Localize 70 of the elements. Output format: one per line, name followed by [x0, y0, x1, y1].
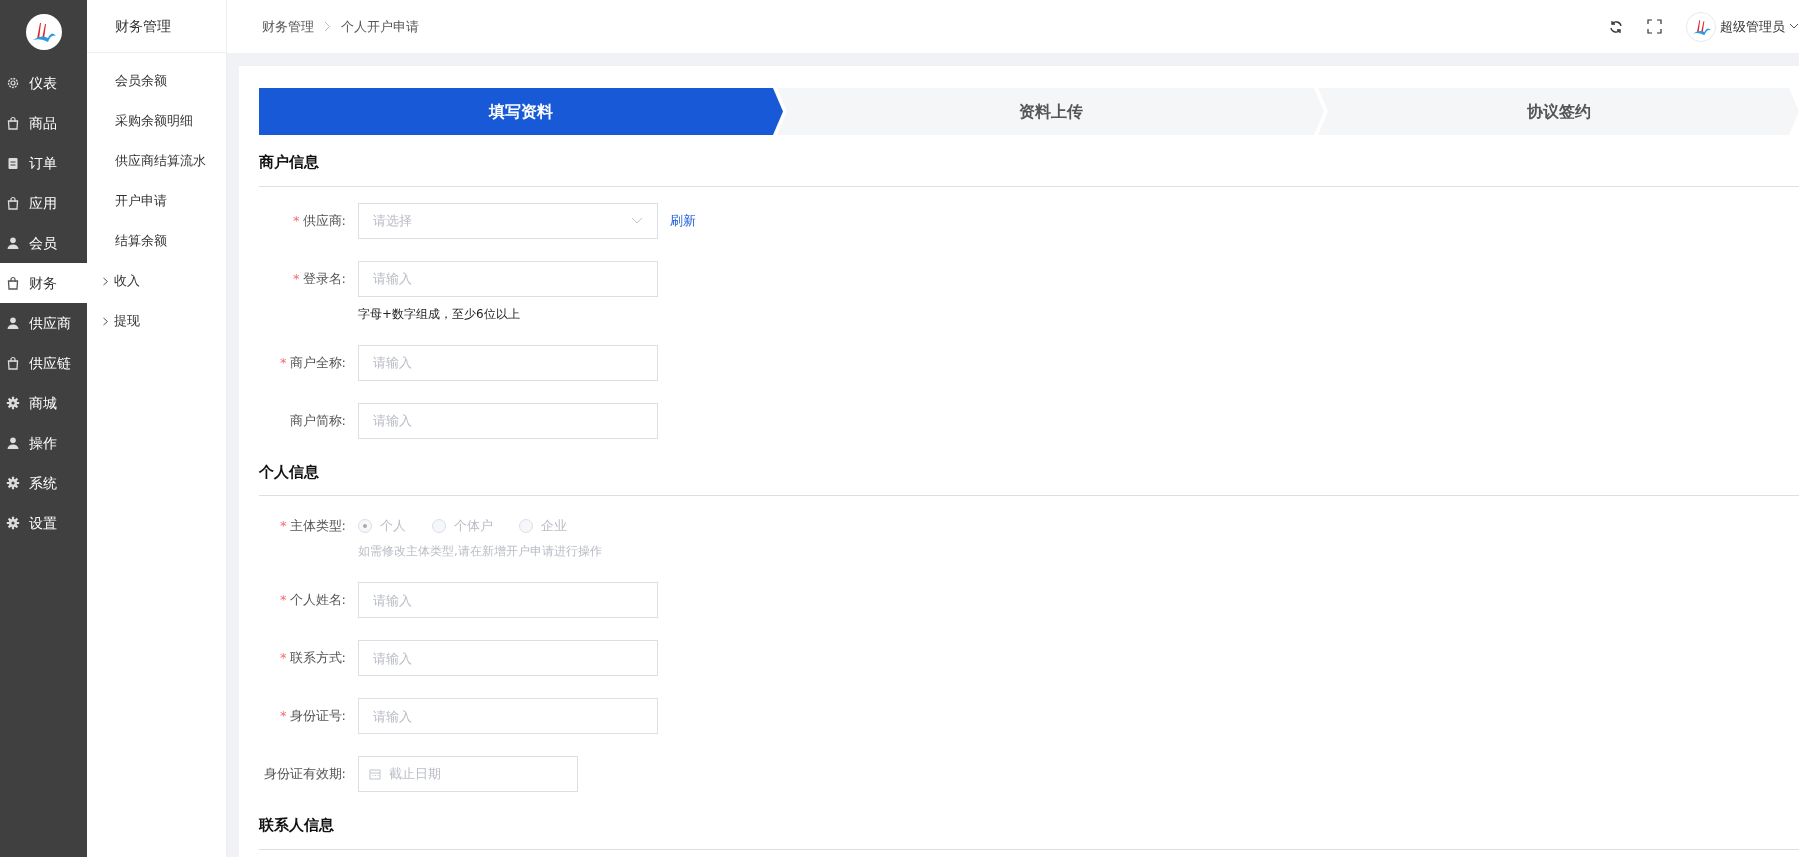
input-field[interactable]: 请输入: [358, 260, 658, 297]
submenu-item[interactable]: 收入: [87, 261, 226, 301]
refresh-icon[interactable]: [1609, 19, 1623, 34]
nav-item[interactable]: 财务: [0, 263, 87, 303]
refresh-link[interactable]: 刷新: [670, 202, 696, 239]
radio-option: 企业: [519, 516, 567, 536]
input-field[interactable]: 请输入: [358, 582, 658, 618]
section-title: 联系人信息: [259, 816, 334, 834]
field-label: * 主体类型:: [279, 517, 347, 535]
submenu-item[interactable]: 会员余额: [87, 61, 226, 101]
person-icon: [6, 436, 20, 450]
chevron-icon: [631, 217, 643, 224]
caret-icon[interactable]: [1789, 23, 1799, 30]
field-label: * 身份证号:: [279, 707, 347, 725]
nav-item[interactable]: 商城: [0, 383, 87, 423]
hint-text: 字母+数字组成，至少6位以上: [358, 305, 521, 323]
gear-icon: [6, 476, 20, 490]
calendar-icon: [369, 768, 381, 780]
input-field[interactable]: 请输入: [358, 698, 658, 734]
gear-icon: [6, 396, 20, 410]
fullscreen-icon[interactable]: [1647, 19, 1662, 34]
nav-item[interactable]: 设置: [0, 503, 87, 543]
gauge-icon: [6, 76, 20, 90]
nav-item[interactable]: 商品: [0, 103, 87, 143]
person-icon: [6, 236, 20, 250]
breadcrumb-item[interactable]: 财务管理: [262, 16, 314, 37]
nav-item[interactable]: 系统: [0, 463, 87, 503]
field-label: * 供应商:: [292, 211, 347, 230]
nav-item[interactable]: 操作: [0, 423, 87, 463]
field-label: * 联系方式:: [279, 649, 347, 667]
field-label: * 商户全称:: [279, 353, 347, 372]
user-name[interactable]: 超级管理员: [1720, 16, 1785, 37]
submenu-item[interactable]: 开户申请: [87, 181, 226, 221]
input-field[interactable]: 请输入: [358, 344, 658, 381]
breadcrumb-item: 个人开户申请: [341, 17, 419, 36]
submenu-item[interactable]: 采购余额明细: [87, 101, 226, 141]
hint-text: 如需修改主体类型,请在新增开户申请进行操作: [358, 543, 602, 560]
input-field[interactable]: 请输入: [358, 640, 658, 676]
avatar-icon[interactable]: [1686, 11, 1716, 42]
field-label: * 登录名:: [292, 269, 347, 288]
section-title: 商户信息: [259, 153, 319, 171]
logo-icon: [25, 13, 62, 50]
clipboard-icon: [6, 156, 20, 170]
bag-icon: [6, 116, 20, 130]
gear-icon: [6, 516, 20, 530]
submenu-item[interactable]: 供应商结算流水: [87, 141, 226, 181]
step-tab[interactable]: 资料上传: [777, 88, 1324, 135]
field-label: * 个人姓名:: [279, 591, 347, 609]
submenu-title: 财务管理: [87, 0, 226, 53]
step-tab[interactable]: 填写资料: [259, 88, 783, 135]
step-tab[interactable]: 协议签约: [1318, 88, 1799, 135]
chevron-icon: [324, 21, 331, 32]
bag-icon: [6, 196, 20, 210]
field-label: 商户简称:: [288, 411, 347, 430]
submenu-item[interactable]: 提现: [87, 301, 226, 341]
nav-item[interactable]: 订单: [0, 143, 87, 183]
nav-item[interactable]: 供应链: [0, 343, 87, 383]
radio-option: 个人: [358, 516, 406, 536]
nav-item[interactable]: 会员: [0, 223, 87, 263]
radio-option: 个体户: [432, 516, 493, 536]
field-label: 身份证有效期:: [262, 765, 347, 783]
input-field[interactable]: 请输入: [358, 402, 658, 439]
submenu-item[interactable]: 结算余额: [87, 221, 226, 261]
nav-item[interactable]: 应用: [0, 183, 87, 223]
bag-icon: [6, 276, 20, 290]
section-title: 个人信息: [259, 462, 319, 481]
nav-item[interactable]: 供应商: [0, 303, 87, 343]
bag-icon: [6, 356, 20, 370]
nav-item[interactable]: 仪表: [0, 63, 87, 103]
person-icon: [6, 316, 20, 330]
